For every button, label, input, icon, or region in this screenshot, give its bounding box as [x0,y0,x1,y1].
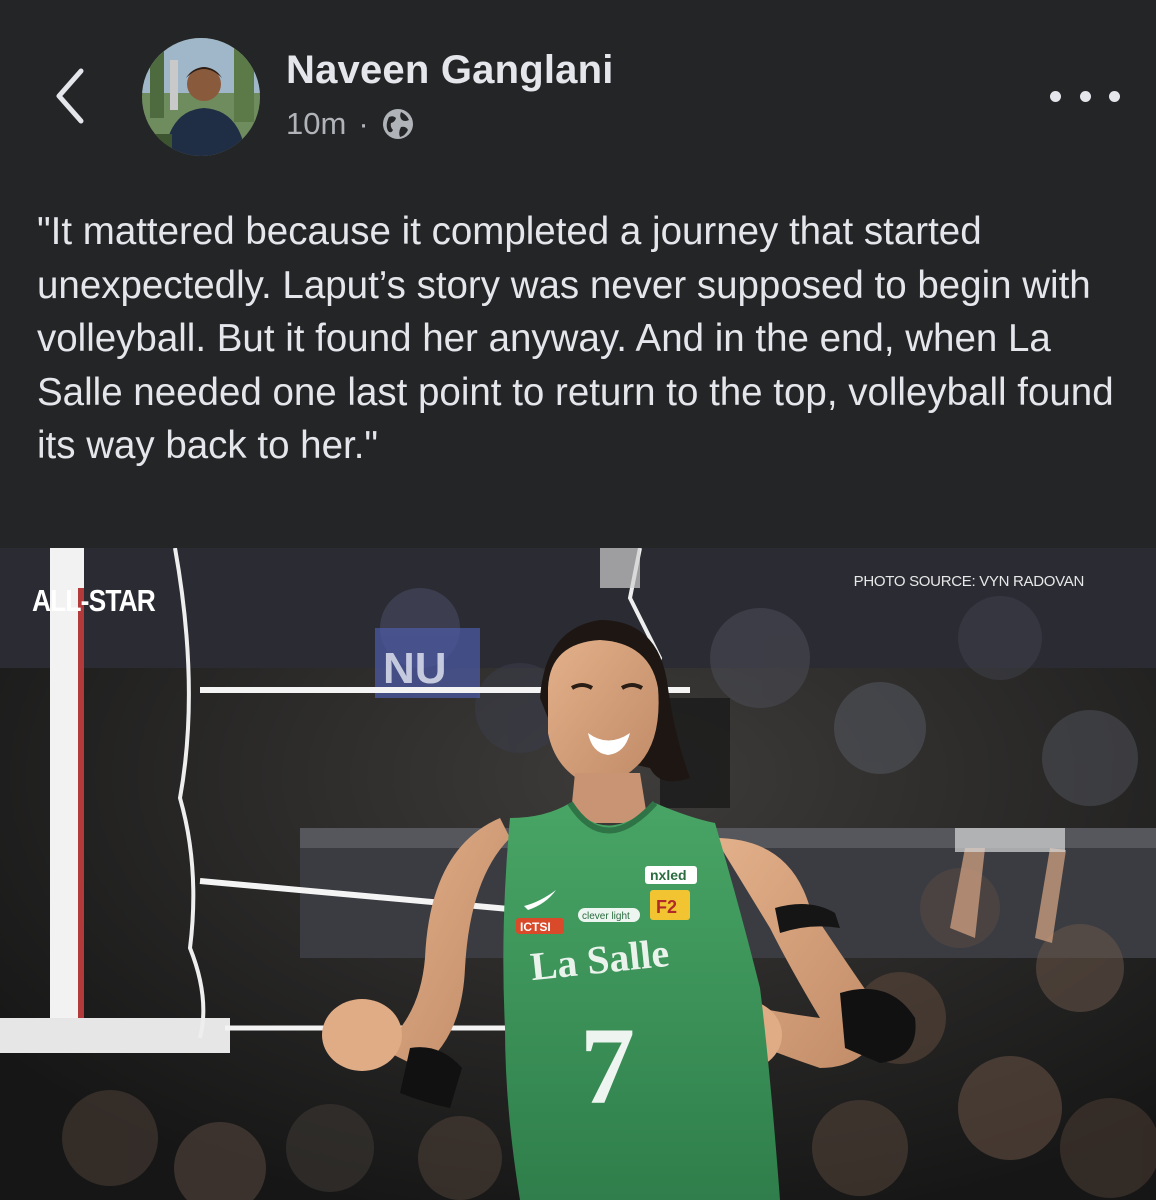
back-button[interactable] [40,58,100,134]
author-name[interactable]: Naveen Ganglani [286,48,614,93]
sponsor-clever-light: clever light [582,911,630,922]
sponsor-f2: F2 [656,897,677,917]
author-avatar[interactable] [142,38,260,156]
globe-icon [382,109,413,139]
post-text: "It mattered because it completed a jour… [37,210,1114,467]
more-dot-icon [1079,90,1091,102]
post-meta: 10m · [286,104,415,144]
jersey-number: 7 [580,1005,635,1127]
chevron-left-icon [56,68,84,124]
banner-text: NU [383,644,447,693]
more-dot-icon [1109,90,1120,102]
photo-credit: PHOTO SOURCE: VYN RADOVAN [853,573,1085,590]
more-dot-icon [1050,90,1061,102]
sponsor-ictsi: ICTSI [520,920,551,934]
more-options-button[interactable] [1050,78,1120,114]
photo-watermark: ALL-STAR [32,583,156,618]
sponsor-nxled: nxled [650,867,687,883]
post-time[interactable]: 10m [286,106,346,142]
post-photo[interactable]: NU nxled F2 ICTSI clever light La Salle … [0,548,1156,1200]
meta-separator: · [358,106,369,141]
post-header: Naveen Ganglani 10m · [0,0,1156,180]
